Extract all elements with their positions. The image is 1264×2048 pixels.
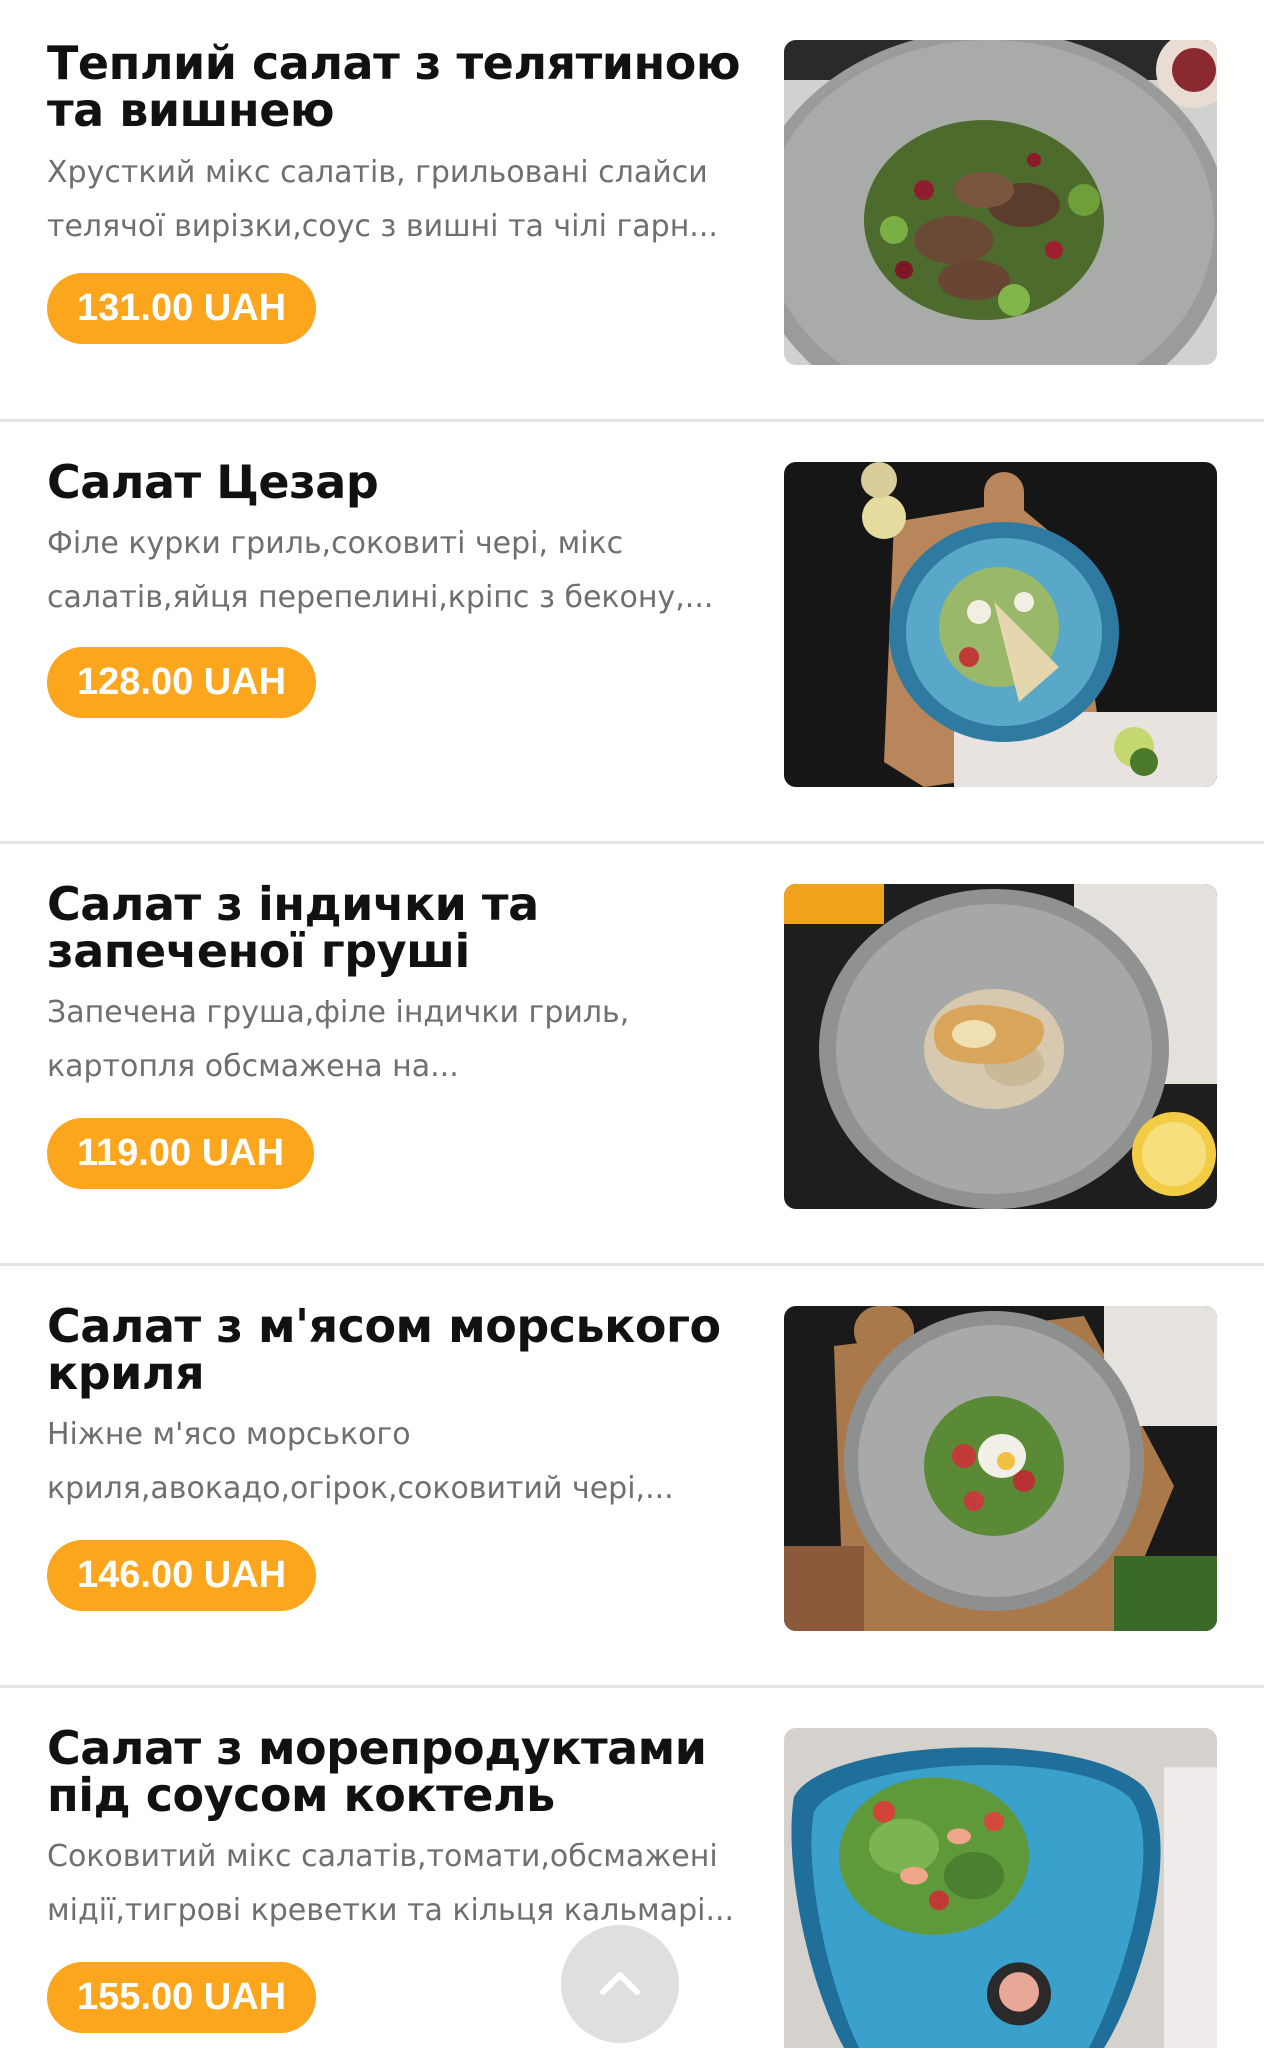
menu-item[interactable]: Теплий салат з телятиною та вишнею Хруст… <box>0 0 1264 422</box>
dish-description: Філе курки гриль,соковиті чері, мікс сал… <box>47 526 714 615</box>
scroll-to-top-button[interactable] <box>561 1925 679 2043</box>
seafood-salad-photo[interactable] <box>784 1728 1217 2048</box>
caesar-salad-photo[interactable] <box>784 462 1217 787</box>
price-badge[interactable]: 155.00 UAH <box>47 1962 317 2033</box>
price-badge[interactable]: 131.00 UAH <box>47 273 317 344</box>
menu-list: Теплий салат з телятиною та вишнею Хруст… <box>0 0 1264 2048</box>
dish-title[interactable]: Теплий салат з телятиною та вишнею <box>47 40 747 134</box>
menu-item[interactable]: Салат з м'ясом морського криля Ніжне м'я… <box>0 1266 1264 1688</box>
price-badge[interactable]: 128.00 UAH <box>47 647 317 718</box>
price-badge[interactable]: 146.00 UAH <box>47 1540 317 1611</box>
dish-title[interactable]: Салат з морепродуктами під соусом коктел… <box>47 1725 747 1819</box>
dish-title[interactable]: Салат Цезар <box>47 459 747 506</box>
dish-description: Хрусткий мікс салатів, грильовані слайси… <box>47 155 718 244</box>
menu-item[interactable]: Салат з індички та запеченої груші Запеч… <box>0 844 1264 1266</box>
turkey-pear-salad-photo[interactable] <box>784 884 1217 1209</box>
price-badge[interactable]: 119.00 UAH <box>47 1118 315 1189</box>
dish-description: Соковитий мікс салатів,томати,обсмажені … <box>47 1839 735 1928</box>
krill-salad-photo[interactable] <box>784 1306 1217 1631</box>
dish-description: Ніжне м'ясо морського криля,авокадо,огір… <box>47 1417 674 1506</box>
menu-item[interactable]: Салат Цезар Філе курки гриль,соковиті че… <box>0 422 1264 844</box>
dish-title[interactable]: Салат з індички та запеченої груші <box>47 881 747 975</box>
dish-description: Запечена груша,філе індички гриль, карто… <box>47 995 630 1084</box>
dish-title[interactable]: Салат з м'ясом морського криля <box>47 1303 747 1397</box>
veal-cherry-salad-photo[interactable] <box>784 40 1217 365</box>
chevron-up-icon <box>600 1972 640 1995</box>
